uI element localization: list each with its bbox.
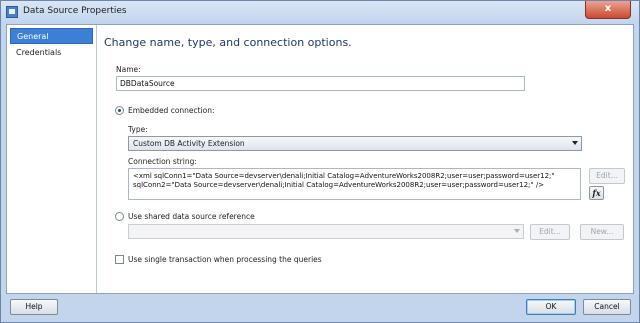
close-button[interactable]: x — [585, 1, 631, 19]
title-bar[interactable]: Data Source Properties x — [1, 1, 639, 23]
name-input[interactable]: DBDataSource — [116, 76, 525, 91]
single-transaction-checkbox[interactable] — [115, 255, 124, 264]
window-icon — [6, 6, 18, 18]
type-label: Type: — [128, 125, 148, 134]
page-nav: General Credentials — [7, 25, 97, 293]
connection-edit-button[interactable]: Edit... — [589, 168, 625, 184]
dialog-body: General Credentials Change name, type, a… — [6, 24, 634, 294]
shared-edit-button[interactable]: Edit... — [530, 224, 570, 240]
shared-data-source-select[interactable] — [128, 224, 524, 239]
cancel-button[interactable]: Cancel — [583, 299, 631, 315]
close-icon: x — [604, 3, 612, 14]
nav-item-credentials[interactable]: Credentials — [10, 45, 93, 61]
single-transaction-label[interactable]: Use single transaction when processing t… — [128, 255, 322, 264]
nav-item-general[interactable]: General — [10, 28, 93, 44]
expression-fx-button[interactable]: fx — [589, 186, 604, 200]
embedded-connection-radio[interactable] — [115, 106, 124, 115]
page-heading: Change name, type, and connection option… — [104, 36, 352, 49]
shared-data-source-radio[interactable] — [115, 212, 124, 221]
fx-icon: fx — [592, 188, 601, 198]
help-button[interactable]: Help — [10, 299, 58, 315]
dialog-window: Data Source Properties x General Credent… — [0, 0, 640, 323]
chevron-down-icon — [514, 229, 520, 233]
embedded-connection-label[interactable]: Embedded connection: — [128, 106, 215, 115]
shared-data-source-label[interactable]: Use shared data source reference — [128, 212, 255, 221]
ok-button[interactable]: OK — [526, 299, 576, 315]
connection-string-input[interactable]: <xml sqlConn1="Data Source=devserver\den… — [128, 168, 581, 200]
type-select[interactable]: Custom DB Activity Extension — [128, 136, 582, 151]
window-title: Data Source Properties — [23, 6, 127, 16]
type-select-value: Custom DB Activity Extension — [133, 139, 245, 148]
chevron-down-icon — [572, 141, 578, 145]
connection-string-label: Connection string: — [128, 157, 197, 166]
name-label: Name: — [116, 65, 141, 74]
general-page: Change name, type, and connection option… — [98, 25, 633, 293]
shared-new-button[interactable]: New... — [580, 224, 624, 240]
